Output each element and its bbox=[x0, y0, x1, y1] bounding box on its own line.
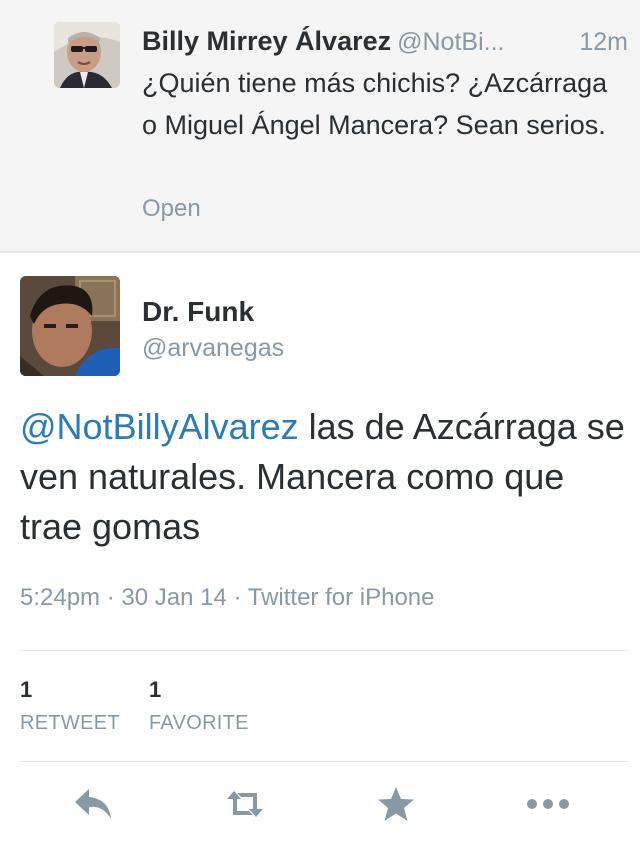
mention-link[interactable]: @NotBillyAlvarez bbox=[20, 406, 299, 447]
favorite-stat[interactable]: 1 FAVORITE bbox=[149, 676, 249, 736]
open-link[interactable]: Open bbox=[142, 195, 201, 223]
parent-author-handle[interactable]: @NotBi... bbox=[397, 28, 504, 56]
author-avatar-image bbox=[20, 276, 120, 376]
author-handle[interactable]: @arvanegas bbox=[142, 334, 284, 363]
more-button[interactable] bbox=[524, 780, 572, 828]
divider bbox=[20, 650, 628, 651]
retweet-count: 1 bbox=[20, 677, 33, 702]
reply-icon bbox=[75, 789, 111, 819]
star-icon bbox=[378, 787, 414, 821]
divider bbox=[20, 761, 628, 762]
tweet-meta: 5:24pm · 30 Jan 14 · Twitter for iPhone bbox=[20, 584, 434, 612]
meta-separator: · bbox=[106, 584, 115, 611]
tweet-text: @NotBillyAlvarez las de Azcárraga se ven… bbox=[20, 402, 630, 552]
parent-timestamp[interactable]: 12m bbox=[571, 28, 628, 57]
favorite-button[interactable] bbox=[372, 780, 420, 828]
retweet-stat[interactable]: 1 RETWEET bbox=[20, 676, 120, 736]
parent-avatar[interactable] bbox=[54, 22, 120, 88]
parent-author-name[interactable]: Billy Mirrey Álvarez bbox=[142, 26, 391, 56]
author-avatar[interactable] bbox=[20, 276, 120, 376]
meta-separator: · bbox=[233, 584, 242, 611]
parent-header: Billy Mirrey Álvarez @NotBi... 12m bbox=[142, 26, 628, 60]
more-icon bbox=[527, 799, 569, 809]
parent-avatar-image bbox=[54, 22, 120, 88]
retweet-label: RETWEET bbox=[20, 712, 120, 734]
favorite-label: FAVORITE bbox=[149, 712, 249, 734]
retweet-button[interactable] bbox=[221, 780, 269, 828]
tweet-date[interactable]: 30 Jan 14 bbox=[121, 584, 226, 611]
tweet-time[interactable]: 5:24pm bbox=[20, 584, 100, 611]
author-name[interactable]: Dr. Funk bbox=[142, 296, 254, 328]
parent-tweet-text: ¿Quién tiene más chichis? ¿Azcárraga o M… bbox=[142, 68, 608, 140]
tweet-source[interactable]: Twitter for iPhone bbox=[248, 584, 435, 611]
parent-tweet[interactable]: Billy Mirrey Álvarez @NotBi... 12m ¿Quién… bbox=[0, 0, 640, 253]
reply-button[interactable] bbox=[70, 780, 118, 828]
favorite-count: 1 bbox=[149, 677, 162, 702]
retweet-icon bbox=[227, 791, 263, 817]
